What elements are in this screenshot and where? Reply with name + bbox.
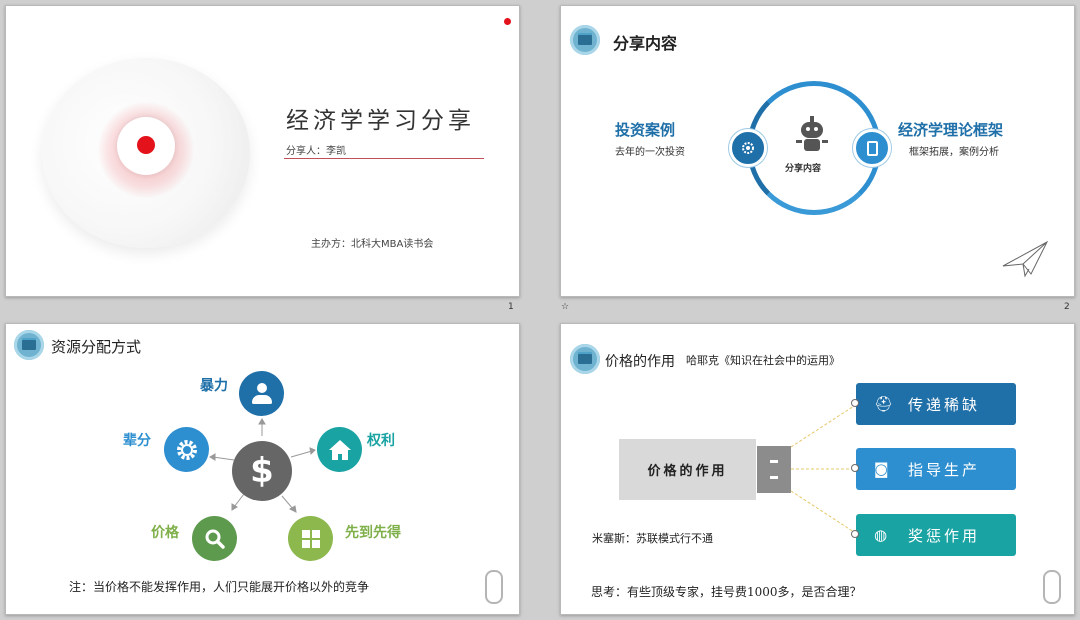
slide-3-thumbnail[interactable]: 资源分配方式 $ 暴力 辈分 权利 价格 先到先得 注：当价格不能发挥作用，人们… bbox=[5, 323, 520, 615]
right-topic-sub: 框架拓展，案例分析 bbox=[909, 147, 999, 158]
hat-icon: ⛑ bbox=[874, 395, 897, 413]
label-price: 价格 bbox=[151, 525, 179, 541]
slide-2-thumbnail[interactable]: 分享内容 投资案例 去年的一次投资 分享内容 经济学理论框架 框架拓展，案例分析 bbox=[560, 5, 1075, 297]
search-icon bbox=[192, 516, 237, 561]
slide-2-side-mark: ☆ bbox=[561, 302, 570, 312]
connector-dot bbox=[851, 464, 859, 472]
slide-4-thumbnail[interactable]: 价格的作用 哈耶克《知识在社会中的运用》 价格的作用 ⛑ 传递稀缺 ◙ 指导生产… bbox=[560, 323, 1075, 615]
btn-label: 指导生产 bbox=[908, 460, 981, 479]
btn-transmit-scarcity[interactable]: ⛑ 传递稀缺 bbox=[851, 383, 1016, 425]
connector-dot bbox=[851, 530, 859, 538]
grid-icon bbox=[288, 516, 333, 561]
presentation-title: 经济学学习分享 bbox=[286, 108, 475, 134]
paperclip-icon bbox=[485, 570, 503, 604]
slide-header: 分享内容 bbox=[613, 34, 678, 53]
gear-icon bbox=[729, 129, 767, 167]
label-power: 权利 bbox=[367, 433, 395, 449]
presenter-label: 分享人：李凯 bbox=[286, 146, 346, 157]
left-topic-title: 投资案例 bbox=[615, 121, 676, 139]
title-underline bbox=[284, 158, 484, 159]
label-seniority: 辈分 bbox=[123, 433, 151, 449]
label-violence: 暴力 bbox=[200, 378, 228, 394]
red-center-dot bbox=[137, 136, 155, 154]
gear-icon bbox=[164, 427, 209, 472]
page-number-1: 1 bbox=[508, 302, 514, 312]
right-topic-title: 经济学理论框架 bbox=[898, 121, 1004, 139]
slide-note: 注：当价格不能发挥作用，人们只能展开价格以外的竞争 bbox=[69, 580, 370, 594]
center-label: 分享内容 bbox=[785, 164, 822, 174]
organizer-label: 主办方：北科大MBA读书会 bbox=[311, 239, 434, 250]
dollar-symbol: $ bbox=[250, 451, 274, 491]
page-number-2: 2 bbox=[1064, 302, 1070, 312]
btn-label: 奖惩作用 bbox=[908, 526, 981, 545]
mises-note: 米塞斯：苏联模式行不通 bbox=[592, 532, 713, 545]
left-topic-sub: 去年的一次投资 bbox=[615, 147, 685, 158]
btn-label: 传递稀缺 bbox=[908, 395, 981, 414]
globe-icon: ◍ bbox=[874, 526, 891, 544]
label-first-come: 先到先得 bbox=[345, 525, 401, 541]
think-note: 思考：有些顶级专家，挂号费1000多，是否合理？ bbox=[591, 585, 862, 599]
paper-plane-icon bbox=[1002, 240, 1049, 278]
robot-icon bbox=[796, 116, 830, 158]
paperclip-icon bbox=[1043, 570, 1061, 604]
slide-1-thumbnail[interactable]: 经济学学习分享 分享人：李凯 主办方：北科大MBA读书会 bbox=[5, 5, 520, 297]
home-icon bbox=[317, 427, 362, 472]
camera-icon: ◙ bbox=[874, 460, 892, 478]
tablet-icon bbox=[853, 129, 891, 167]
book-icon bbox=[570, 25, 600, 55]
btn-guide-production[interactable]: ◙ 指导生产 bbox=[851, 448, 1016, 490]
red-indicator-dot bbox=[504, 18, 511, 25]
connector-dot bbox=[851, 399, 859, 407]
user-icon bbox=[239, 371, 284, 416]
dollar-icon: $ bbox=[232, 441, 292, 501]
btn-reward-punish[interactable]: ◍ 奖惩作用 bbox=[851, 514, 1016, 556]
